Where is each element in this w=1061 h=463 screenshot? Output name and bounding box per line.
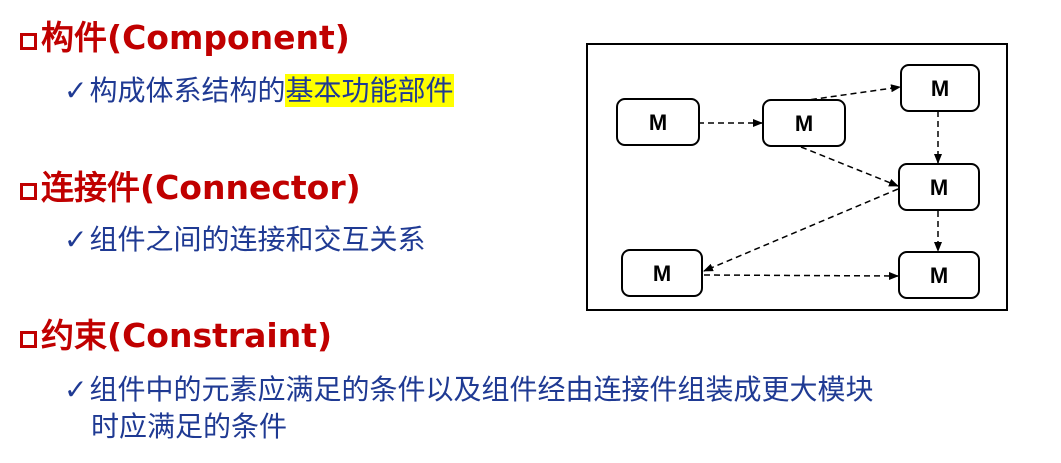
- item-connector-text: 组件之间的连接和交互关系: [89, 223, 426, 256]
- module-node: M: [621, 249, 703, 297]
- item-component: ✓构成体系结构的基本功能部件: [64, 74, 454, 108]
- module-label: M: [653, 261, 671, 286]
- square-bullet-icon: [20, 33, 37, 50]
- heading-connector: 连接件(Connector): [20, 168, 361, 208]
- heading-component-text: 构件(Component): [41, 18, 350, 57]
- item-constraint-text-line1: 组件中的元素应满足的条件以及组件经由连接件组装成更大模块: [89, 373, 874, 406]
- heading-component: 构件(Component): [20, 18, 350, 58]
- module-label: M: [930, 175, 948, 200]
- module-node: M: [762, 99, 846, 147]
- module-label: M: [930, 263, 948, 288]
- checkmark-icon: ✓: [64, 373, 88, 406]
- module-label: M: [931, 76, 949, 101]
- item-constraint: ✓组件中的元素应满足的条件以及组件经由连接件组装成更大模块: [64, 373, 873, 407]
- module-label: M: [795, 111, 813, 136]
- square-bullet-icon: [20, 183, 37, 200]
- item-constraint-text-line2: 时应满足的条件: [91, 410, 288, 443]
- module-diagram: M M M M M M: [586, 43, 1008, 311]
- module-node: M: [898, 251, 980, 299]
- heading-constraint: 约束(Constraint): [20, 316, 332, 356]
- highlighted-text: 基本功能部件: [285, 74, 454, 107]
- item-component-text: 构成体系结构的: [89, 74, 286, 107]
- heading-connector-text: 连接件(Connector): [41, 168, 361, 207]
- module-label: M: [649, 110, 667, 135]
- square-bullet-icon: [20, 331, 37, 348]
- heading-constraint-text: 约束(Constraint): [41, 316, 333, 355]
- item-connector: ✓组件之间的连接和交互关系: [64, 223, 425, 257]
- module-node: M: [898, 163, 980, 211]
- module-node: M: [616, 98, 700, 146]
- checkmark-icon: ✓: [64, 223, 88, 256]
- item-constraint-line2: 时应满足的条件: [91, 410, 287, 444]
- checkmark-icon: ✓: [64, 74, 88, 107]
- module-node: M: [900, 64, 980, 112]
